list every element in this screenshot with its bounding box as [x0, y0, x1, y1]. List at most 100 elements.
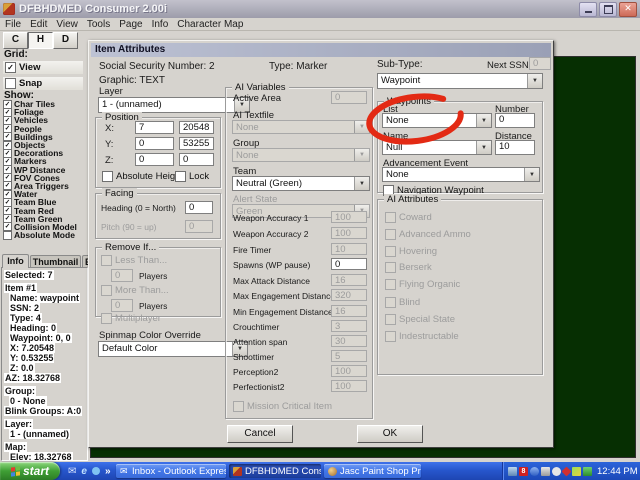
info-line: X: 7.20548 [4, 343, 87, 353]
quicklaunch-messenger-icon[interactable] [92, 467, 100, 475]
lock-checkbox[interactable]: Lock [175, 171, 209, 182]
quicklaunch-outlook-icon[interactable]: ✉ [68, 466, 76, 477]
task-label: Inbox - Outlook Express [132, 466, 226, 477]
y-fraction-field[interactable]: 53255 [179, 137, 214, 150]
volume-icon[interactable] [552, 467, 561, 476]
update-arrows-icon[interactable] [572, 467, 581, 476]
ok-button[interactable]: OK [357, 425, 423, 443]
waypoints-list-select[interactable]: None [382, 113, 492, 128]
taskbar-task-paint-shop-pro[interactable]: Jasc Paint Shop Pro - ... [324, 464, 421, 478]
window-titlebar[interactable]: DFBHDMED Consumer 2.00i ✕ [0, 0, 640, 18]
toolbar-h-button[interactable]: H [28, 32, 53, 49]
ai-row-label: Crouchtimer [233, 322, 279, 332]
ai-row-label: Attention span [233, 337, 287, 347]
maximize-button-icon[interactable] [599, 2, 617, 17]
start-label: start [23, 464, 49, 478]
menu-item-page[interactable]: Page [119, 19, 142, 30]
spawns-wp-pause-field[interactable]: 0 [331, 258, 367, 270]
menu-item-tools[interactable]: Tools [87, 19, 110, 30]
grid-snap-checkbox[interactable]: Snap [3, 77, 83, 90]
ai-row-label: Weapon Accuracy 2 [233, 229, 308, 239]
x-fraction-field[interactable]: 20548 [179, 121, 214, 134]
dropdown-arrow-icon [524, 168, 539, 181]
show-checkbox-list: Char Tiles Foliage Vehicles People Build… [2, 100, 88, 239]
fire-timer-field: 10 [331, 243, 367, 255]
taskbar-task-outlook[interactable]: ✉ Inbox - Outlook Express [116, 464, 226, 478]
alert-badge-icon[interactable]: 8 [519, 467, 528, 476]
taskbar-task-dfbhdmed[interactable]: DFBHDMED Consume... [229, 464, 321, 478]
display-settings-icon[interactable] [508, 467, 517, 476]
ai-row-label: Weapon Accuracy 1 [233, 213, 308, 223]
minimize-button-icon[interactable] [579, 2, 597, 17]
scheduler-clock-icon[interactable] [583, 467, 592, 476]
dropdown-arrow-icon [354, 177, 369, 190]
dialog-titlebar[interactable]: Item Attributes [91, 43, 551, 57]
next-ssn-field: 0 [529, 57, 551, 70]
ai-variables-caption: AI Variables [232, 82, 289, 93]
toolbar-d-button[interactable]: D [53, 32, 78, 49]
checkbox-box [385, 229, 396, 240]
advanced-ammo-checkbox: Advanced Ammo [385, 229, 471, 240]
checkbox-box [385, 331, 396, 342]
show-item-absolute-mode[interactable]: Absolute Mode [2, 231, 88, 239]
grid-view-checkbox[interactable]: View [3, 61, 83, 74]
ai-attribute-label: Berserk [399, 262, 432, 273]
spinmap-value: Default Color [99, 342, 232, 356]
grid-view-label: View [19, 62, 40, 73]
less-than-label: Less Than... [115, 255, 167, 266]
menu-item-edit[interactable]: Edit [30, 19, 47, 30]
y-label: Y: [105, 139, 113, 150]
info-line: Group: [4, 386, 87, 396]
waypoint-number-field[interactable]: 0 [495, 113, 535, 128]
quicklaunch-internet-explorer-icon[interactable]: e [81, 466, 87, 477]
item-attributes-dialog: Item Attributes Social Security Number: … [88, 40, 554, 448]
x-whole-field[interactable]: 7 [135, 121, 174, 134]
more-players-label: Players [139, 301, 167, 311]
advancement-event-select[interactable]: None [382, 167, 540, 182]
menu-item-file[interactable]: File [5, 19, 21, 30]
waypoint-distance-field[interactable]: 10 [495, 140, 535, 155]
heading-field[interactable]: 0 [185, 201, 213, 214]
ai-row-label: Perfectionist2 [233, 382, 285, 392]
waypoint-name-select[interactable]: Null [382, 140, 492, 155]
security-shield-icon[interactable] [562, 466, 572, 476]
document-tray-icon[interactable] [541, 467, 550, 476]
waypoint-name-value: Null [383, 141, 476, 154]
attention-span-field: 30 [331, 335, 367, 347]
absolute-height-label: Absolute Height [116, 171, 183, 182]
z-label: Z: [105, 155, 113, 166]
z-fraction-field[interactable]: 0 [179, 153, 214, 166]
y-whole-field[interactable]: 0 [135, 137, 174, 150]
tab-info[interactable]: Info [2, 254, 29, 268]
subtype-select[interactable]: Waypoint [377, 73, 543, 89]
quicklaunch-overflow-chevron-icon[interactable]: » [105, 466, 111, 477]
absolute-height-checkbox[interactable]: Absolute Height [102, 171, 183, 182]
cancel-button[interactable]: Cancel [227, 425, 293, 443]
z-whole-field[interactable]: 0 [135, 153, 174, 166]
info-line: Elev: 18.32768 [4, 452, 87, 461]
close-button-icon[interactable]: ✕ [619, 2, 637, 17]
toolbar-c-button[interactable]: C [3, 32, 28, 49]
task-label: Jasc Paint Shop Pro - ... [340, 466, 421, 477]
taskbar-clock[interactable]: 12:44 PM [597, 466, 638, 477]
info-line: Layer: [4, 419, 87, 429]
ai-row-label: Shoottimer [233, 352, 274, 362]
start-button[interactable]: start [0, 462, 60, 480]
ai-row-label: Spawns (WP pause) [233, 260, 310, 270]
system-tray: 8 12:44 PM [502, 462, 640, 480]
special-state-checkbox: Special State [385, 314, 455, 325]
screen: DFBHDMED Consumer 2.00i ✕ File Edit View… [0, 0, 640, 480]
checkbox-box [5, 62, 16, 73]
min-engagement-distance-field: 16 [331, 305, 367, 317]
team-select[interactable]: Neutral (Green) [232, 176, 370, 191]
more-than-label: More Than... [115, 285, 169, 296]
menu-item-info[interactable]: Info [152, 19, 169, 30]
messenger-tray-icon[interactable] [530, 467, 539, 476]
waypoints-list-value: None [383, 114, 476, 127]
dropdown-arrow-icon [476, 114, 491, 127]
weapon-accuracy-2-field: 100 [331, 227, 367, 239]
subtype-value: Waypoint [378, 74, 527, 88]
checkbox-box [3, 231, 12, 240]
menu-item-view[interactable]: View [56, 19, 78, 30]
menu-item-character-map[interactable]: Character Map [177, 19, 243, 30]
